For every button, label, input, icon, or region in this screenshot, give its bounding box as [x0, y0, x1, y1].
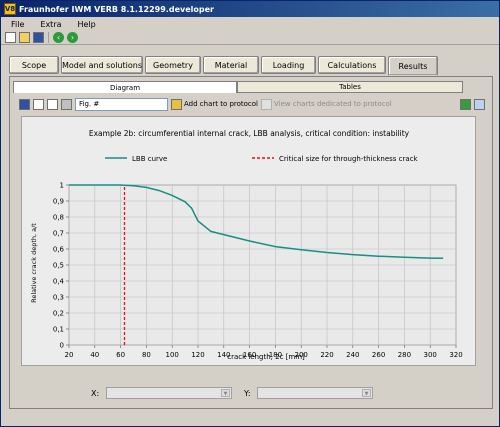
tab-diagram[interactable]: Diagram [13, 81, 237, 93]
x-tick-label: 280 [398, 351, 411, 359]
chart-title: Example 2b: circumferential internal cra… [89, 129, 410, 138]
x-tick-label: 300 [424, 351, 437, 359]
x-tick-label: 320 [449, 351, 462, 359]
chart-area: Example 2b: circumferential internal cra… [21, 116, 476, 366]
new-file-icon[interactable] [5, 32, 16, 43]
y-tick-label: 0,5 [53, 262, 64, 270]
y-tick-label: 0,2 [53, 310, 64, 318]
toolbar-separator [48, 32, 49, 43]
y-tick-label: 1 [60, 182, 64, 190]
menu-help[interactable]: Help [72, 20, 102, 29]
y-axis-select[interactable]: ▼ [257, 387, 373, 399]
export-excel-icon[interactable] [460, 98, 471, 110]
copy-icon[interactable] [33, 98, 44, 110]
view-charts-button[interactable]: View charts dedicated to protocol [261, 98, 392, 111]
add-chart-to-protocol-button[interactable]: Add chart to protocol [171, 98, 258, 111]
back-arrow-icon[interactable]: ‹ [53, 32, 64, 43]
tab-scope[interactable]: Scope [9, 56, 59, 74]
x-axis-select[interactable]: ▼ [106, 387, 232, 399]
lbb-chart: Example 2b: circumferential internal cra… [30, 129, 463, 361]
sub-tab-bar: Diagram Tables [13, 81, 463, 93]
y-tick-label: 0,6 [53, 246, 65, 254]
y-tick-label: 0,7 [53, 230, 64, 238]
add-chart-icon [171, 98, 182, 110]
x-tick-label: 120 [191, 351, 204, 359]
y-selector-label: Y: [244, 389, 251, 398]
x-tick-label: 260 [372, 351, 385, 359]
view-charts-icon [261, 98, 273, 110]
chart-legend: LBB curve Critical size for through-thic… [105, 155, 419, 163]
legend-critical-label: Critical size for through-thickness crac… [279, 155, 419, 163]
tab-geometry[interactable]: Geometry [145, 56, 201, 74]
app-logo-icon: V8 [4, 3, 16, 15]
menu-extra[interactable]: Extra [34, 20, 67, 29]
print-icon[interactable] [61, 98, 72, 110]
x-tick-label: 80 [142, 351, 151, 359]
menu-bar: File Extra Help [1, 17, 499, 31]
x-tick-label: 60 [116, 351, 125, 359]
y-select-chevron-down-icon: ▼ [362, 389, 371, 397]
tab-model-and-solutions[interactable]: Model and solutions [61, 56, 143, 74]
menu-file[interactable]: File [5, 20, 30, 29]
title-bar[interactable]: V8 Fraunhofer IWM VERB 8.1.12299.develop… [1, 1, 499, 17]
legend-lbb-label: LBB curve [132, 155, 167, 163]
figure-name-input[interactable] [75, 97, 168, 111]
x-selector-label: X: [91, 389, 100, 398]
zoom-chart-icon[interactable] [474, 98, 485, 110]
forward-arrow-icon[interactable]: › [67, 32, 78, 43]
view-charts-label: View charts dedicated to protocol [274, 100, 392, 108]
x-tick-label: 20 [65, 351, 74, 359]
x-tick-label: 220 [320, 351, 333, 359]
plot-area: 20 40 60 80 100 120 140 160 180 200 220 240 260 280 30… [53, 182, 463, 360]
y-tick-label: 0 [60, 342, 64, 350]
app-window: V8 Fraunhofer IWM VERB 8.1.12299.develop… [0, 0, 500, 427]
x-tick-label: 40 [90, 351, 99, 359]
tab-loading[interactable]: Loading [261, 56, 316, 74]
window-title: Fraunhofer IWM VERB 8.1.12299.developer [19, 4, 214, 14]
y-axis-label: Relative crack depth, a/t [30, 223, 38, 303]
tab-tables[interactable]: Tables [237, 81, 463, 93]
main-toolbar: ‹ › [1, 31, 499, 45]
add-chart-label: Add chart to protocol [184, 100, 259, 108]
open-folder-icon[interactable] [19, 32, 30, 43]
chart-toolbar: Add chart to protocol View charts dedica… [19, 96, 485, 112]
x-tick-label: 240 [346, 351, 359, 359]
paste-icon[interactable] [47, 98, 58, 110]
tab-results[interactable]: Results [388, 56, 438, 76]
y-tick-label: 0,8 [53, 214, 64, 222]
x-select-chevron-down-icon: ▼ [221, 389, 230, 397]
axis-selectors: X: ▼ Y: ▼ [81, 387, 381, 401]
y-tick-label: 0,1 [53, 326, 64, 334]
y-tick-label: 0,4 [53, 278, 65, 286]
y-tick-label: 0,9 [53, 198, 64, 206]
main-tab-bar: Scope Model and solutions Geometry Mater… [9, 56, 438, 76]
save-icon[interactable] [33, 32, 44, 43]
tab-calculations[interactable]: Calculations [318, 56, 386, 74]
x-tick-label: 100 [166, 351, 179, 359]
tab-material[interactable]: Material [203, 56, 259, 74]
save-chart-icon[interactable] [19, 98, 30, 110]
y-tick-label: 0,3 [53, 294, 64, 302]
x-axis-label: crack length, 2c [mm] [227, 353, 305, 361]
